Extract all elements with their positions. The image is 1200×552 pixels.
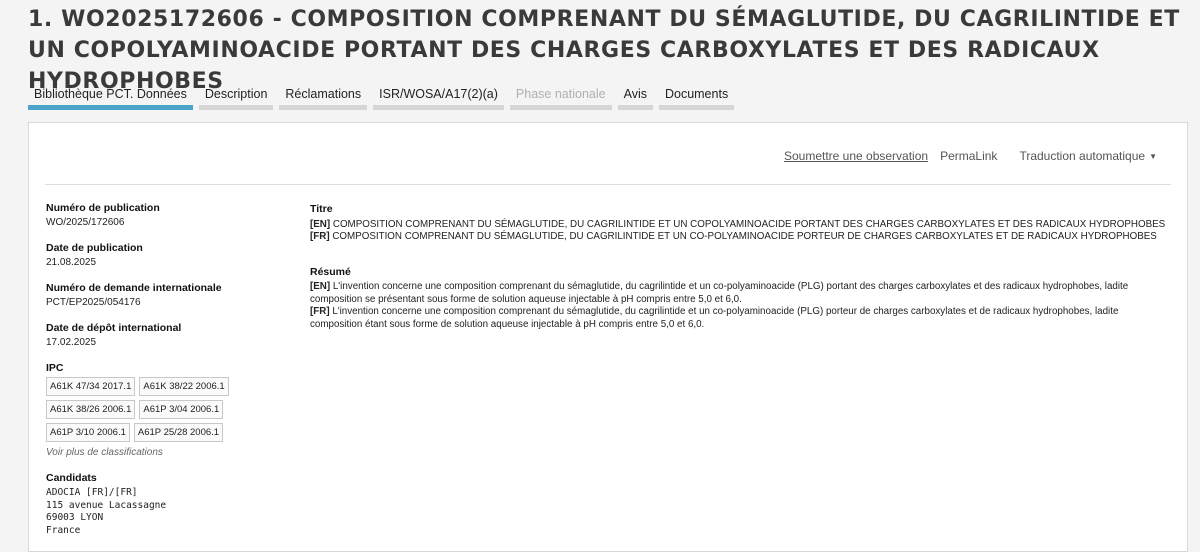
translate-label: Traduction automatique xyxy=(1019,149,1146,163)
title-en-text: COMPOSITION COMPRENANT DU SÉMAGLUTIDE, D… xyxy=(330,218,1166,230)
publication-number: WO/2025/172606 xyxy=(46,217,125,228)
permalink-link[interactable]: PermaLink xyxy=(940,149,997,163)
ipc-code[interactable]: A61P 25/28 2006.1 xyxy=(133,423,224,442)
panel-toolbar: Soumettre une observation PermaLink Trad… xyxy=(784,149,1157,163)
divider xyxy=(45,184,1171,185)
filing-date-label: Date de dépôt international xyxy=(46,322,182,334)
lang-tag: [EN] xyxy=(310,218,331,230)
title-en: [EN] COMPOSITION COMPRENANT DU SÉMAGLUTI… xyxy=(310,219,1170,232)
ipc-code[interactable]: A61K 47/34 2017.1 xyxy=(46,377,136,396)
detail-panel: Soumettre une observation PermaLink Trad… xyxy=(28,122,1188,552)
title-fr: [FR] COMPOSITION COMPRENANT DU SÉMAGLUTI… xyxy=(310,231,1170,244)
abstract-en: [EN] L'invention concerne une compositio… xyxy=(310,281,1170,306)
filing-date: 17.02.2025 xyxy=(46,337,97,348)
ipc-code[interactable]: A61K 38/22 2006.1 xyxy=(139,377,229,396)
tab-notices[interactable]: Avis xyxy=(617,84,653,110)
tab-pct-data[interactable]: Bibliothèque PCT. Données xyxy=(28,84,193,110)
ipc-code[interactable]: A61K 38/26 2006.1 xyxy=(46,400,136,419)
submit-observation-link[interactable]: Soumettre une observation xyxy=(784,149,928,163)
publication-number-label: Numéro de publication xyxy=(46,202,160,214)
ipc-label: IPC xyxy=(46,362,64,374)
caret-down-icon: ▼ xyxy=(1149,152,1157,162)
applicant-address-line: 115 avenue Lacassagne xyxy=(46,499,167,511)
title-abstract: Titre [EN] COMPOSITION COMPRENANT DU SÉM… xyxy=(310,203,1170,353)
machine-translation-dropdown[interactable]: Traduction automatique ▼ xyxy=(1019,149,1157,163)
title-fr-text: COMPOSITION COMPRENANT DU SÉMAGLUTIDE, D… xyxy=(329,231,1157,242)
lang-tag: [FR] xyxy=(310,231,330,242)
tab-national-phase: Phase nationale xyxy=(509,84,612,110)
more-classifications-link[interactable]: Voir plus de classifications xyxy=(46,447,296,458)
tab-claims[interactable]: Réclamations xyxy=(279,84,368,110)
title-label: Titre xyxy=(310,203,333,215)
applicant-address-line: France xyxy=(46,524,81,536)
applicants-label: Candidats xyxy=(46,472,97,484)
ipc-code[interactable]: A61P 3/10 2006.1 xyxy=(46,423,130,442)
publication-date: 21.08.2025 xyxy=(46,257,97,268)
title-section: Titre [EN] COMPOSITION COMPRENANT DU SÉM… xyxy=(310,203,1170,244)
applicant-name: ADOCIA [FR]/[FR] xyxy=(46,487,138,498)
tab-bar: Bibliothèque PCT. Données Description Ré… xyxy=(28,84,735,110)
lang-tag: [FR] xyxy=(310,306,330,317)
applicant-address-line: 69003 LYON xyxy=(46,512,104,523)
abstract-section: Résumé [EN] L'invention concerne une com… xyxy=(310,266,1170,332)
abstract-fr: [FR] L'invention concerne une compositio… xyxy=(310,306,1170,331)
application-number: PCT/EP2025/054176 xyxy=(46,297,141,308)
tab-isr-wosa[interactable]: ISR/WOSA/A17(2)(a) xyxy=(373,84,504,110)
publication-date-label: Date de publication xyxy=(46,242,143,254)
tab-documents[interactable]: Documents xyxy=(658,84,735,110)
lang-tag: [EN] xyxy=(310,281,331,292)
ipc-code[interactable]: A61P 3/04 2006.1 xyxy=(139,400,224,419)
abstract-label: Résumé xyxy=(310,265,351,278)
tab-description[interactable]: Description xyxy=(198,84,274,110)
bibliographic-data: Numéro de publication WO/2025/172606 Dat… xyxy=(46,202,296,537)
ipc-list: A61K 47/34 2017.1 A61K 38/22 2006.1 A61K… xyxy=(46,377,236,442)
abstract-fr-text: L'invention concerne une composition com… xyxy=(310,306,1119,330)
application-number-label: Numéro de demande internationale xyxy=(46,282,222,294)
abstract-en-text: L'invention concerne une composition com… xyxy=(310,281,1129,305)
